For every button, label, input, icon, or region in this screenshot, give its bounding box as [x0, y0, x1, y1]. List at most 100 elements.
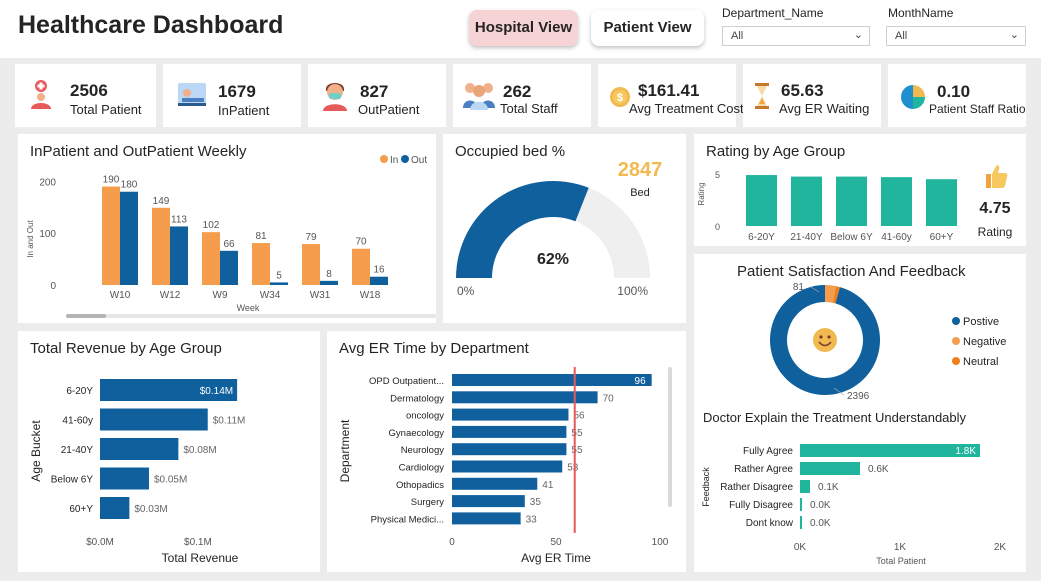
- feedback-bar[interactable]: [800, 462, 860, 475]
- hospital-view-button[interactable]: Hospital View: [469, 10, 578, 46]
- kpi-card-avg-er-waiting: 65.63 Avg ER Waiting: [743, 64, 881, 127]
- horizontal-scrollbar-thumb[interactable]: [66, 314, 106, 318]
- bar-out[interactable]: [270, 282, 288, 285]
- smiley-eye: [827, 335, 831, 339]
- rating-card: Rating by Age Group Rating 0 5 6-20Y 21-40Y…: [694, 134, 1026, 246]
- revenue-bar[interactable]: [100, 497, 130, 519]
- er-time-bar[interactable]: [452, 495, 525, 508]
- y-axis-title: In and Out: [26, 220, 35, 258]
- legend-in-label: In: [390, 155, 398, 166]
- bar-out[interactable]: [120, 191, 138, 285]
- bar-in[interactable]: [202, 232, 220, 285]
- data-label: 81: [255, 231, 267, 242]
- kpi-card-patient-staff-ratio: 0.10 Patient Staff Ratio: [888, 64, 1026, 127]
- thumbs-up-icon: [986, 165, 1008, 188]
- bar-in[interactable]: [302, 244, 320, 285]
- kpi-card-avg-treatment-cost: $ $161.41 Avg Treatment Cost: [598, 64, 744, 127]
- y-tick-label: 0: [715, 222, 720, 232]
- x-tick-label: 60+Y: [930, 232, 954, 243]
- y-axis-title: Rating: [697, 182, 706, 205]
- y-axis-title: Department: [338, 419, 352, 482]
- bar-out[interactable]: [370, 276, 388, 285]
- revenue-bar[interactable]: [100, 438, 179, 460]
- bar-in[interactable]: [102, 186, 120, 285]
- x-tick-label: W9: [213, 290, 228, 301]
- legend-in-marker: [380, 155, 388, 163]
- kpi-value: 1679: [218, 82, 256, 101]
- x-tick-label: 21-40Y: [790, 232, 823, 243]
- x-tick-label: 0: [449, 537, 455, 548]
- er-time-bar[interactable]: [452, 391, 598, 404]
- bar-out[interactable]: [170, 226, 188, 285]
- page-title: Healthcare Dashboard: [18, 11, 284, 39]
- feedback-bar[interactable]: [800, 498, 802, 511]
- rating-bar[interactable]: [926, 179, 957, 226]
- data-label: 66: [223, 239, 235, 250]
- er-time-bar[interactable]: [452, 512, 521, 525]
- data-label: $0.03M: [134, 504, 167, 515]
- feedback-bar[interactable]: [800, 444, 980, 457]
- revenue-bar[interactable]: [100, 408, 208, 431]
- kpi-label: InPatient: [218, 103, 270, 118]
- y-tick-label: Gynaecology: [389, 428, 445, 439]
- revenue-bar[interactable]: [100, 467, 149, 490]
- legend-out-marker: [401, 155, 409, 163]
- y-tick-label: 200: [39, 177, 56, 188]
- y-tick-label: Othopadics: [396, 480, 444, 491]
- gauge-max-label: 100%: [617, 284, 648, 298]
- data-label: 55: [571, 445, 583, 456]
- donut-label-positive: 2396: [847, 391, 870, 402]
- er-time-bar[interactable]: [452, 477, 538, 490]
- legend-label: Negative: [963, 336, 1006, 348]
- bar-out[interactable]: [220, 250, 238, 285]
- department-slicer[interactable]: All ⌄: [722, 26, 870, 46]
- x-tick-label: 1K: [894, 542, 907, 553]
- vertical-scrollbar-thumb[interactable]: [668, 367, 672, 507]
- data-label: 55: [571, 428, 583, 439]
- kpi-value: 65.63: [781, 81, 824, 100]
- rating-bar[interactable]: [791, 176, 822, 226]
- x-tick-label: 6-20Y: [748, 232, 775, 243]
- data-label: 149: [153, 196, 170, 207]
- y-tick-label: Neurology: [401, 445, 445, 456]
- bar-in[interactable]: [352, 248, 370, 285]
- kpi-value: 2506: [70, 81, 108, 100]
- legend-out-label: Out: [411, 155, 427, 166]
- y-tick-label: Physical Medici...: [371, 514, 444, 525]
- bar-in[interactable]: [152, 207, 170, 285]
- feedback-bar[interactable]: [800, 516, 802, 529]
- gauge-percent-label: 62%: [537, 251, 569, 268]
- patient-add-icon: [31, 80, 51, 109]
- er-time-bar[interactable]: [452, 425, 567, 438]
- month-slicer[interactable]: All ⌄: [886, 26, 1026, 46]
- x-tick-label: W10: [110, 290, 131, 301]
- weekly-chart-card: InPatient and OutPatient Weekly In Out I…: [18, 134, 436, 323]
- svg-text:$: $: [617, 92, 623, 104]
- data-label: $0.11M: [213, 416, 246, 427]
- rating-bar[interactable]: [881, 177, 912, 226]
- chevron-down-icon: ⌄: [1009, 29, 1019, 41]
- doctor-chart-title: Doctor Explain the Treatment Understanda…: [703, 410, 967, 425]
- satisfaction-donut-chart: 81 2396 Postive Negative Neutral Doctor Ex…: [701, 282, 1006, 566]
- occupied-bed-card: Occupied bed % 62% 0% 100% 2847 Bed: [443, 134, 686, 323]
- y-tick-label: Surgery: [411, 497, 445, 508]
- data-label: 70: [355, 237, 367, 248]
- data-label: 5: [276, 270, 282, 281]
- horizontal-scrollbar-track[interactable]: [66, 314, 436, 318]
- data-label: 33: [526, 514, 538, 525]
- er-time-bar[interactable]: [452, 408, 569, 421]
- kpi-card-outpatient: 827 OutPatient: [308, 64, 446, 127]
- feedback-bar[interactable]: [800, 480, 810, 493]
- y-tick-label: oncology: [406, 411, 444, 422]
- er-time-bar[interactable]: [452, 443, 567, 456]
- patient-view-button[interactable]: Patient View: [591, 10, 704, 46]
- rating-bar[interactable]: [746, 175, 777, 226]
- bar-out[interactable]: [320, 280, 338, 285]
- er-time-bar[interactable]: [452, 374, 652, 386]
- er-time-bar[interactable]: [452, 460, 563, 473]
- kpi-label: Avg Treatment Cost: [629, 101, 744, 116]
- bar-in[interactable]: [252, 243, 270, 285]
- rating-bar[interactable]: [836, 176, 867, 226]
- data-label: 8: [326, 269, 332, 280]
- data-label: 53: [567, 463, 579, 474]
